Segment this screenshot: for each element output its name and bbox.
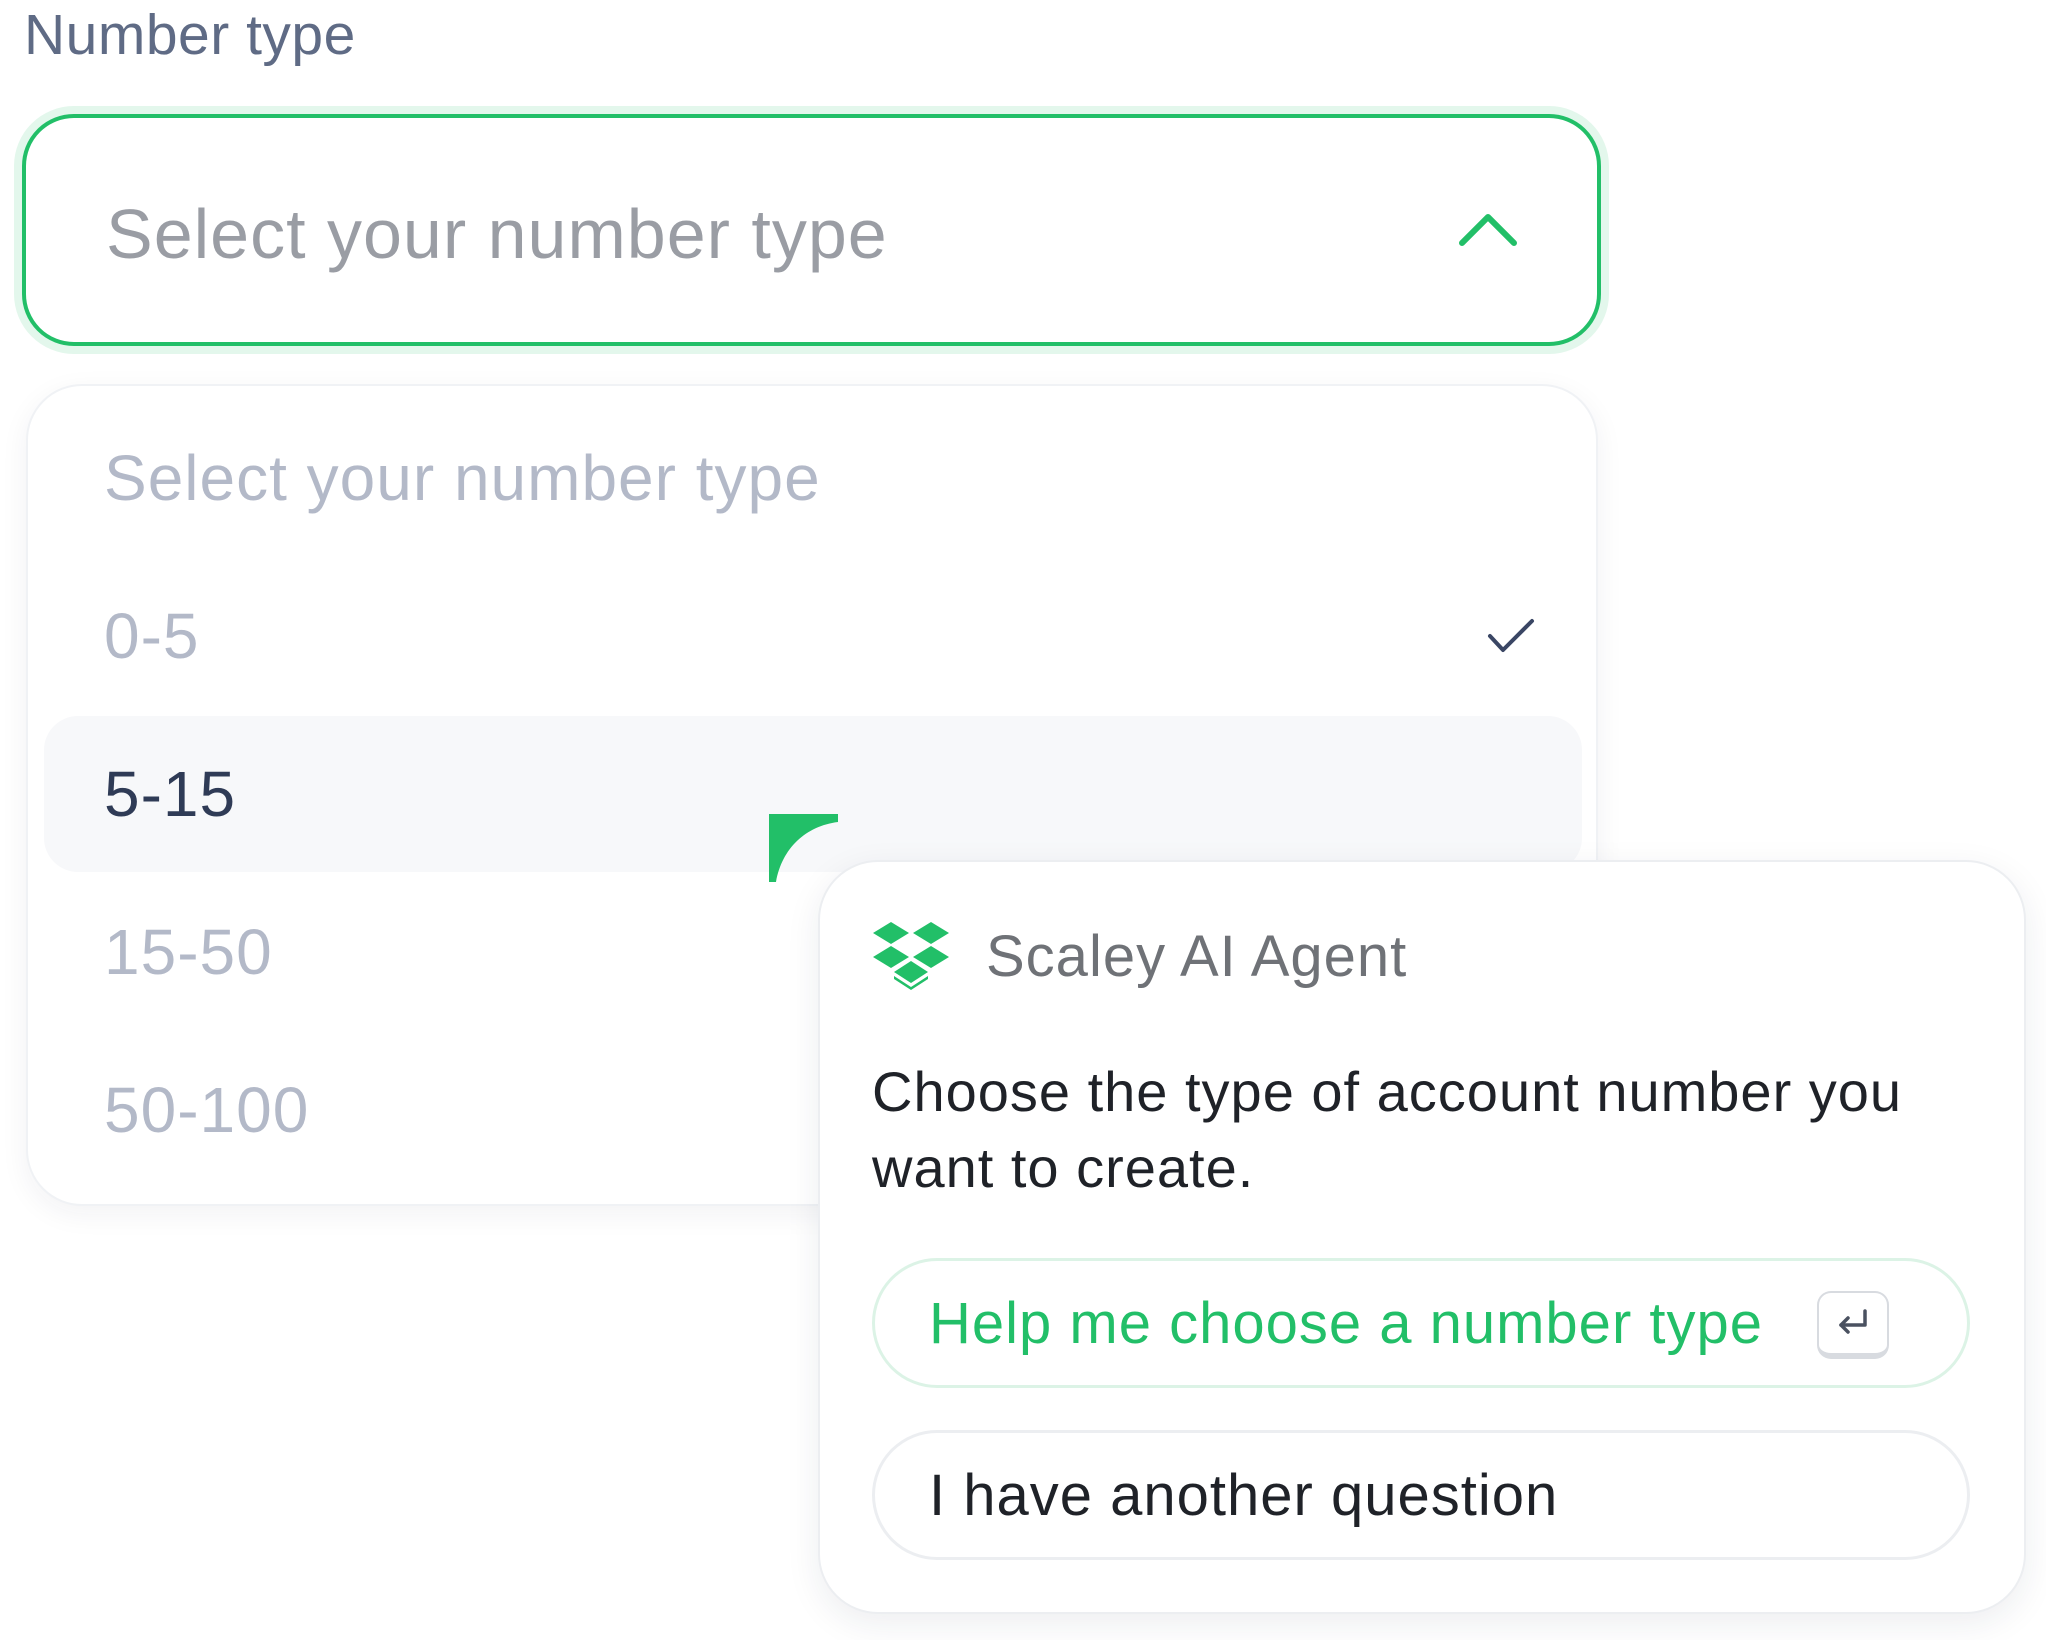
select-placeholder: Select your number type xyxy=(106,195,888,273)
dropbox-logo-icon xyxy=(873,922,949,990)
checkmark-icon xyxy=(1488,619,1534,652)
ai-agent-panel: Scaley AI Agent Choose the type of accou… xyxy=(818,860,2026,1614)
help-choose-button[interactable]: Help me choose a number type xyxy=(872,1258,1970,1388)
agent-name: Scaley AI Agent xyxy=(986,924,1408,989)
number-type-select[interactable]: Select your number type xyxy=(22,114,1601,346)
another-question-label: I have another question xyxy=(929,1463,1559,1528)
dropdown-option-placeholder[interactable]: Select your number type xyxy=(104,438,821,518)
chevron-up-icon xyxy=(1459,214,1517,246)
another-question-button[interactable]: I have another question xyxy=(872,1430,1970,1560)
dropdown-option-50-100[interactable]: 50-100 xyxy=(104,1070,309,1150)
help-choose-label: Help me choose a number type xyxy=(929,1291,1763,1356)
dropdown-option-5-15[interactable]: 5-15 xyxy=(104,754,236,834)
field-label: Number type xyxy=(24,3,356,67)
enter-key-icon xyxy=(1817,1291,1889,1359)
dropdown-option-15-50[interactable]: 15-50 xyxy=(104,912,273,992)
agent-message: Choose the type of account number you wa… xyxy=(872,1060,1903,1199)
cursor-pointer-icon xyxy=(769,814,838,882)
dropdown-option-0-5[interactable]: 0-5 xyxy=(104,596,200,676)
